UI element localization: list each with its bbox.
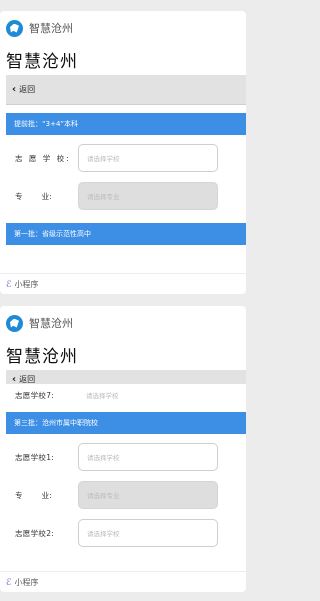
- field-label: 专 业:: [15, 191, 53, 201]
- major-select[interactable]: 请选择专业: [78, 182, 218, 210]
- miniprogram-preview[interactable]: ‹ 返回 志愿学校7: 请选择学校 第三批：沧州市属中职院校 志愿学校1: 请选…: [6, 370, 246, 571]
- field-label: 志愿学校7:: [15, 390, 55, 400]
- field-label: 专 业:: [15, 490, 53, 500]
- form-row-school-7: 志愿学校7: 请选择学校: [6, 384, 246, 406]
- section-header-early-batch: 提前批：“3+4”本科: [6, 113, 246, 135]
- app-name: 智慧沧州: [29, 22, 73, 35]
- miniprogram-icon: ℰ: [6, 279, 12, 290]
- miniprogram-preview[interactable]: ‹ 返回 提前批：“3+4”本科 志 愿 学 校: 请选择学校 专 业: 请选择…: [6, 75, 246, 273]
- section-header-first-batch: 第一批：省级示范性高中: [6, 223, 246, 245]
- form-row-school-2: 志愿学校2: 请选择学校: [6, 514, 246, 552]
- back-label: 返回: [19, 375, 36, 384]
- miniprogram-icon: ℰ: [6, 577, 12, 588]
- miniprogram-footer[interactable]: ℰ 小程序: [6, 577, 38, 588]
- school-select[interactable]: 请选择学校: [78, 387, 218, 403]
- field-label: 志愿学校1:: [15, 452, 55, 462]
- school-select[interactable]: 请选择学校: [78, 144, 218, 172]
- app-logo-icon: [6, 314, 23, 332]
- app-header[interactable]: 智慧沧州: [6, 19, 73, 37]
- major-select[interactable]: 请选择专业: [78, 481, 218, 509]
- app-header[interactable]: 智慧沧州: [6, 314, 73, 332]
- divider: [0, 571, 246, 572]
- miniprogram-card-1: 智慧沧州 智慧沧州 ‹ 返回 提前批：“3+4”本科 志 愿 学 校: 请选择学…: [0, 11, 246, 294]
- section-header-third-batch: 第三批：沧州市属中职院校: [6, 412, 246, 434]
- footer-label: 小程序: [14, 280, 39, 289]
- field-label: 志 愿 学 校:: [15, 153, 71, 163]
- form-row-school: 志 愿 学 校: 请选择学校: [6, 139, 246, 177]
- miniprogram-footer[interactable]: ℰ 小程序: [6, 279, 38, 290]
- form-row-major: 专 业: 请选择专业: [6, 177, 246, 215]
- school-select[interactable]: 请选择学校: [78, 519, 218, 547]
- app-name: 智慧沧州: [29, 317, 73, 330]
- form-row-school-1: 志愿学校1: 请选择学校: [6, 438, 246, 476]
- field-label: 志愿学校2:: [15, 528, 55, 538]
- chevron-left-icon: ‹: [12, 84, 17, 95]
- chevron-left-icon: ‹: [12, 374, 17, 385]
- back-label: 返回: [19, 85, 36, 94]
- page-title: 智慧沧州: [6, 52, 78, 72]
- divider: [0, 273, 246, 274]
- form-row-major: 专 业: 请选择专业: [6, 476, 246, 514]
- app-logo-icon: [6, 19, 23, 37]
- back-button[interactable]: ‹ 返回: [6, 75, 246, 105]
- miniprogram-card-2: 智慧沧州 智慧沧州 ‹ 返回 志愿学校7: 请选择学校 第三批：沧州市属中职院校…: [0, 306, 246, 592]
- footer-label: 小程序: [14, 578, 39, 587]
- page-title: 智慧沧州: [6, 347, 78, 367]
- school-select[interactable]: 请选择学校: [78, 443, 218, 471]
